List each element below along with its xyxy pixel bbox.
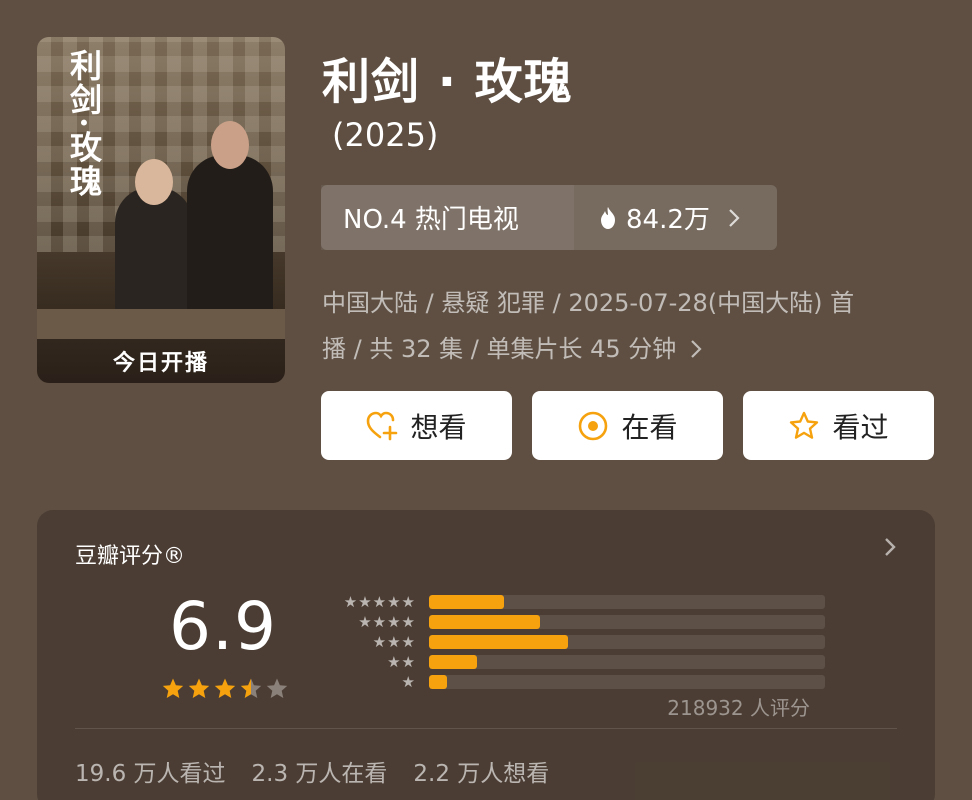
meta-line-2-text: 播 / 共 32 集 / 单集片长 45 分钟 <box>322 335 677 363</box>
star-icon: ★ <box>372 632 387 651</box>
distribution-bar-5-star <box>429 595 505 609</box>
star-empty-icon <box>266 678 288 698</box>
star-icon: ★ <box>387 592 401 611</box>
show-title: 利剑 · 玫瑰 <box>322 54 573 110</box>
divider <box>75 728 897 729</box>
star-icon: ★ <box>401 632 415 651</box>
star-half-icon <box>240 678 262 698</box>
chevron-right-icon[interactable] <box>883 536 897 558</box>
distribution-stars: ★ ★ ★ ★ ★ <box>317 592 415 611</box>
distribution-bar-4-star <box>429 615 540 629</box>
watched-label: 看过 <box>832 410 889 444</box>
rating-card[interactable]: 豆瓣评分® 6.9 ★ ★ ★ ★ ★ ★ ★ ★ ★ ★ ★ ★ ★ ★ ★ 218932 人评分 19.… <box>37 510 935 800</box>
distribution-bar-3-star <box>429 635 568 649</box>
poster-desk <box>37 309 285 339</box>
distribution-track <box>429 675 825 689</box>
star-icon: ★ <box>358 612 372 631</box>
poster-figure-woman <box>115 159 193 317</box>
star-filled-icon <box>214 678 236 698</box>
distribution-track <box>429 635 825 649</box>
rank-box[interactable]: NO.4 热门电视 84.2万 <box>321 185 777 250</box>
want-to-watch-label: 想看 <box>410 410 467 444</box>
distribution-row-3-star: ★ ★ ★ <box>317 632 825 652</box>
distribution-row-2-star: ★ ★ <box>317 652 825 672</box>
distribution-row-5-star: ★ ★ ★ ★ ★ <box>317 592 825 612</box>
star-icon: ★ <box>401 672 415 691</box>
heart-plus-icon <box>367 411 398 440</box>
watched-button[interactable]: 看过 <box>743 391 934 460</box>
star-icon: ★ <box>343 592 358 611</box>
distribution-track <box>429 595 825 609</box>
star-icon: ★ <box>358 592 372 611</box>
star-icon: ★ <box>387 612 401 631</box>
rating-count: 218932 人评分 <box>667 696 810 720</box>
show-year: (2025) <box>332 116 439 154</box>
rating-stars <box>161 677 289 701</box>
star-outline-icon <box>790 411 819 439</box>
star-filled-icon <box>162 678 184 698</box>
chevron-right-icon <box>691 340 702 358</box>
watching-count: 2.3 万人在看 <box>251 761 388 787</box>
watching-button[interactable]: 在看 <box>532 391 723 460</box>
watch-stats: 19.6 万人看过 2.3 万人在看 2.2 万人想看 <box>75 754 549 788</box>
distribution-stars: ★ ★ <box>317 652 415 671</box>
watching-label: 在看 <box>621 410 678 444</box>
star-filled-icon <box>188 678 210 698</box>
distribution-bar-1-star <box>429 675 447 689</box>
distribution-stars: ★ ★ ★ <box>317 632 415 651</box>
chevron-right-icon <box>729 208 740 227</box>
meta-line-2: 播 / 共 32 集 / 单集片长 45 分钟 <box>322 326 922 372</box>
star-icon: ★ <box>387 652 401 671</box>
distribution-row-1-star: ★ <box>317 672 825 692</box>
want-count: 2.2 万人想看 <box>413 761 550 787</box>
meta-line-1: 中国大陆 / 悬疑 犯罪 / 2025-07-28(中国大陆) 首 <box>322 289 855 317</box>
rank-label[interactable]: NO.4 热门电视 <box>321 185 574 250</box>
star-icon: ★ <box>401 652 415 671</box>
star-icon: ★ <box>387 632 401 651</box>
distribution-row-4-star: ★ ★ ★ ★ <box>317 612 825 632</box>
watched-count: 19.6 万人看过 <box>75 761 226 787</box>
action-buttons: 想看 在看 看过 <box>321 391 934 460</box>
star-icon: ★ <box>372 612 387 631</box>
poster[interactable]: 利剑·玫瑰 今日开播 <box>37 37 285 383</box>
distribution-bar-2-star <box>429 655 477 669</box>
target-icon <box>579 411 608 440</box>
show-meta[interactable]: 中国大陆 / 悬疑 犯罪 / 2025-07-28(中国大陆) 首 播 / 共 … <box>322 280 922 372</box>
star-icon: ★ <box>372 592 387 611</box>
poster-banner: 今日开播 <box>112 351 209 376</box>
star-icon: ★ <box>401 592 415 611</box>
distribution-track <box>429 615 825 629</box>
heat-link[interactable]: 84.2万 <box>574 185 777 250</box>
flame-icon <box>601 206 615 229</box>
rating-title: 豆瓣评分® <box>75 544 186 569</box>
distribution-track <box>429 655 825 669</box>
distribution-stars: ★ <box>317 672 415 691</box>
heat-value: 84.2万 <box>626 205 710 235</box>
star-icon: ★ <box>401 612 415 631</box>
want-to-watch-button[interactable]: 想看 <box>321 391 512 460</box>
rating-score: 6.9 <box>169 588 277 665</box>
poster-figure-man <box>187 121 273 315</box>
poster-title: 利剑·玫瑰 <box>65 49 103 199</box>
rating-distribution: ★ ★ ★ ★ ★ ★ ★ ★ ★ ★ ★ ★ ★ ★ ★ <box>317 592 825 692</box>
distribution-stars: ★ ★ ★ ★ <box>317 612 415 631</box>
